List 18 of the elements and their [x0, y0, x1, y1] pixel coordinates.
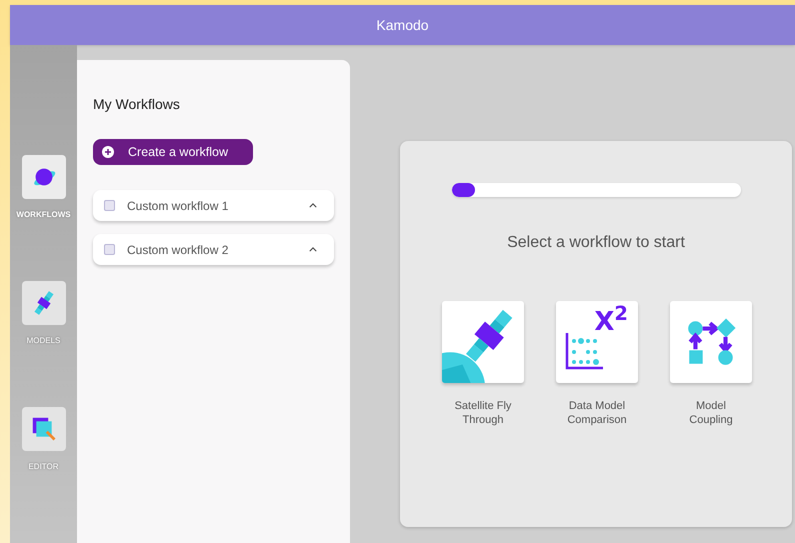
chevron-up-icon[interactable] [309, 203, 317, 208]
workflow-item[interactable]: Custom workflow 1 [93, 190, 334, 221]
create-workflow-button[interactable]: Create a workflow [93, 139, 253, 165]
workflow-label: Custom workflow 1 [127, 198, 230, 214]
workflow-option[interactable]: Model Coupling [663, 301, 759, 427]
workflow-item[interactable]: Custom workflow 2 [93, 234, 334, 265]
workflow-label: Custom workflow 2 [127, 242, 230, 258]
app-title: Kamodo [376, 16, 429, 34]
scatter-plot-icon [564, 331, 604, 371]
panel-title: My Workflows [93, 95, 180, 114]
satellite-planet-icon [442, 301, 524, 383]
chevron-up-icon[interactable] [309, 247, 317, 252]
plus-icon [102, 146, 114, 158]
checkbox[interactable] [104, 244, 115, 255]
workflow-option[interactable]: Satellite Fly Through [435, 301, 531, 427]
prompt-text: Select a workflow to start [507, 233, 685, 253]
workflow-option[interactable]: X$^{2}$ Data Model Comparison [549, 301, 645, 427]
checkbox[interactable] [104, 200, 115, 211]
